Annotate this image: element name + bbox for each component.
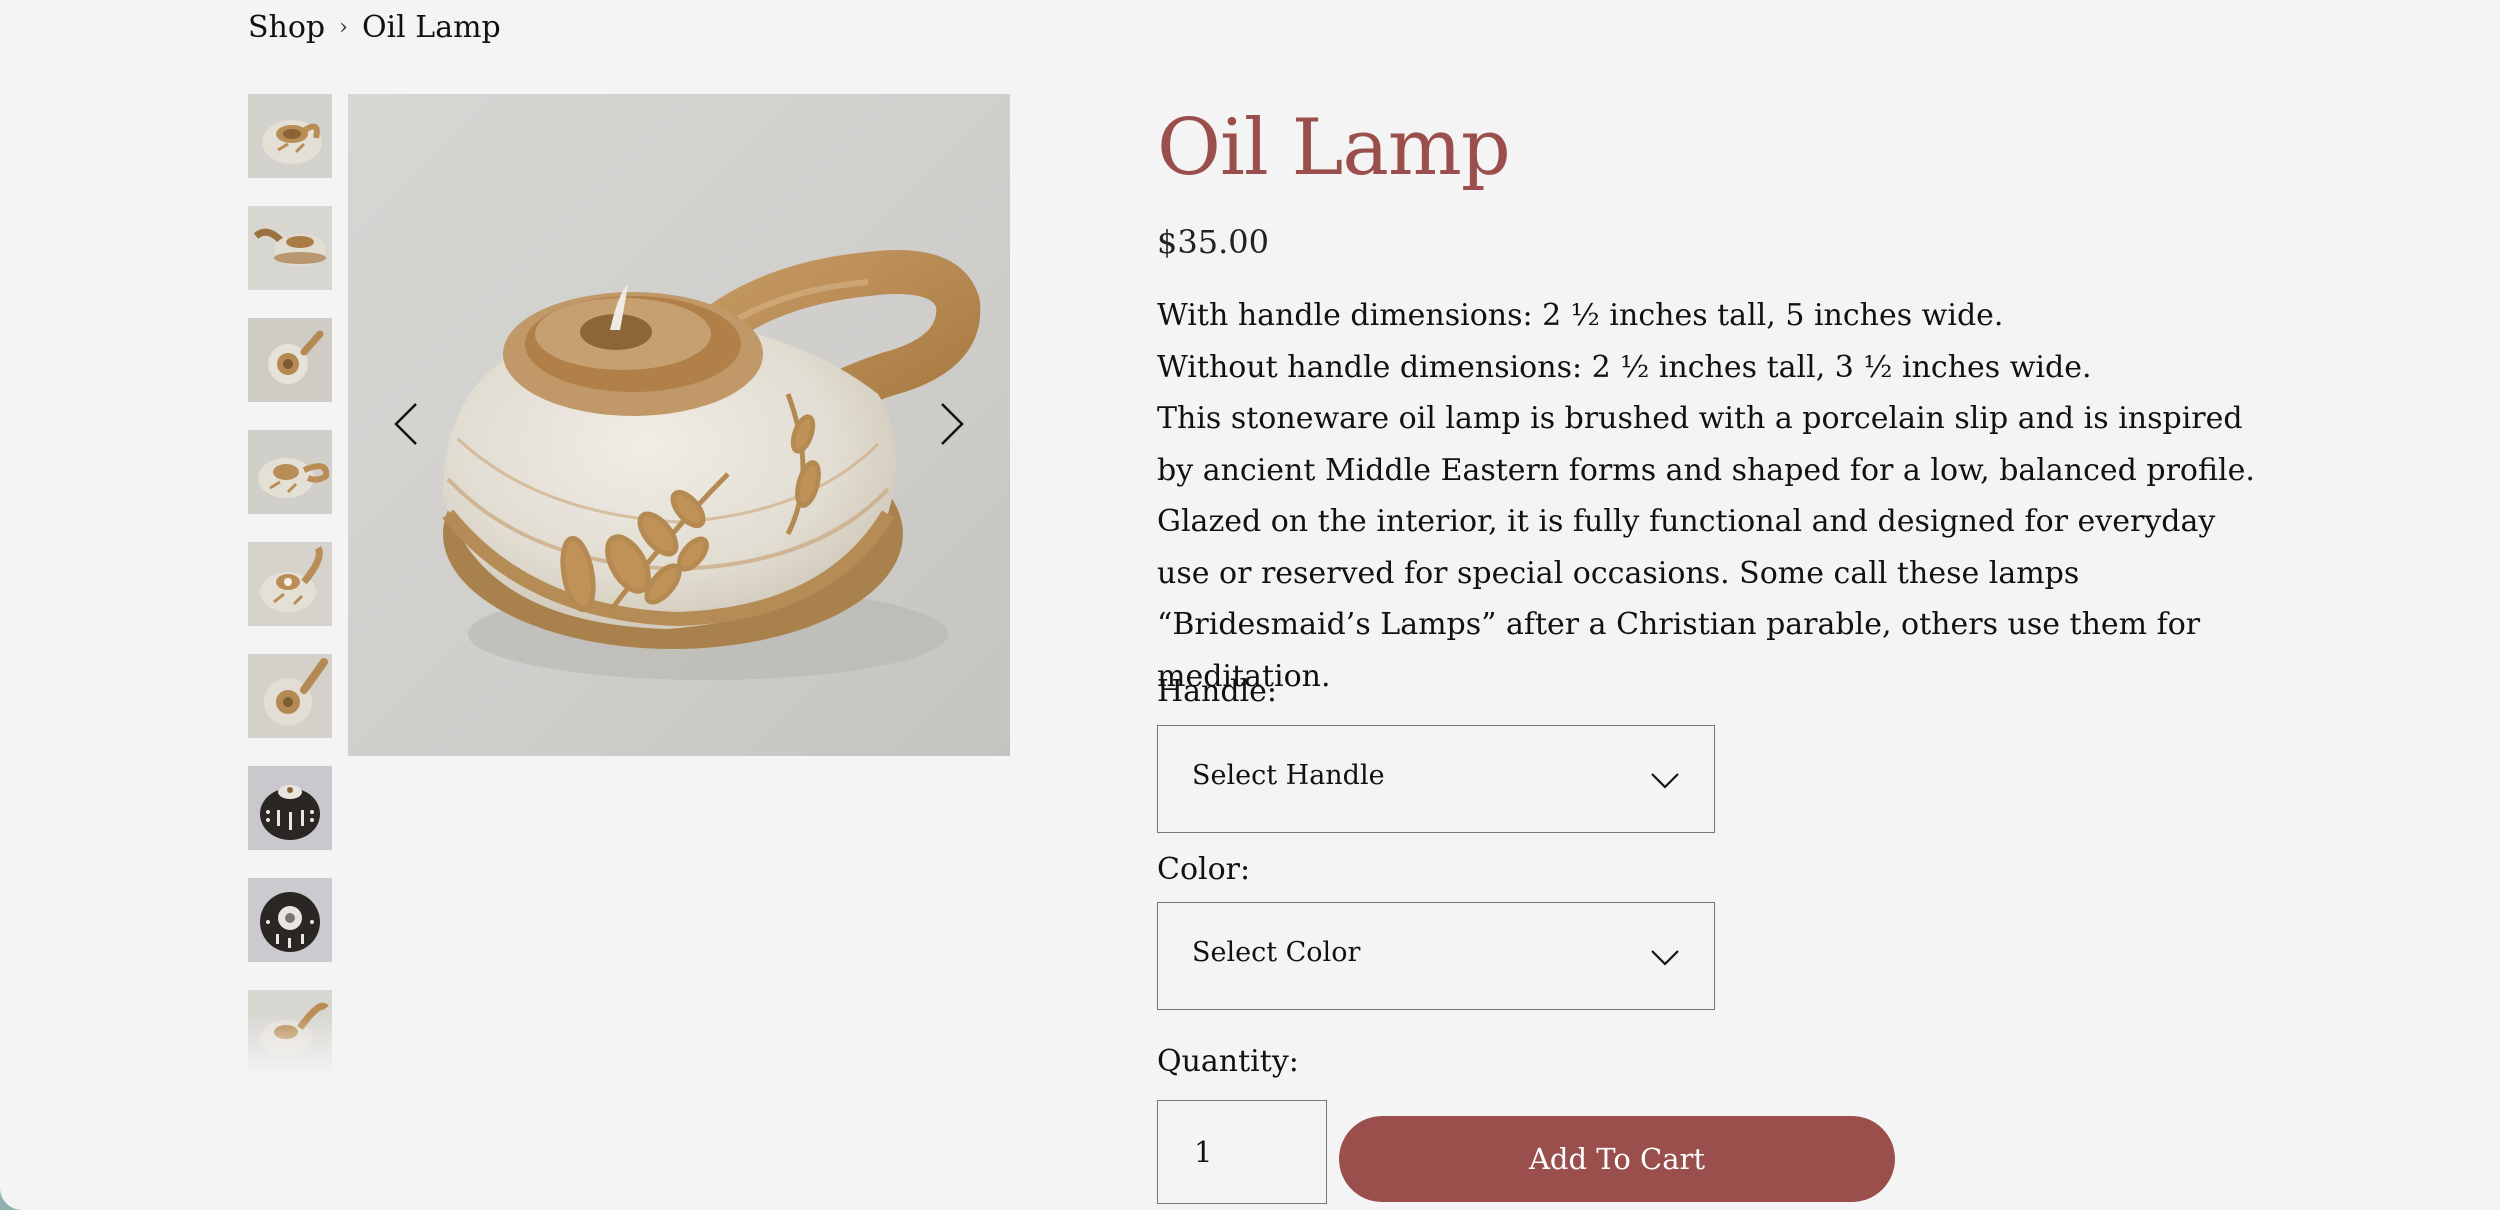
main-product-image [348,94,1010,756]
color-select[interactable]: Select Color [1157,902,1715,1010]
chevron-down-icon [1651,950,1679,966]
description-line: Without handle dimensions: 2 ½ inches ta… [1157,349,2092,385]
product-options: Handle: Select Handle Color: Select Colo… [1157,672,1957,1210]
handle-select-value: Select Handle [1192,760,1385,791]
quantity-stepper[interactable] [1157,1100,1327,1204]
description-line: With handle dimensions: 2 ½ inches tall,… [1157,298,2004,333]
thumbnail-image [248,990,332,1074]
product-title: Oil Lamp [1157,103,1511,193]
breadcrumb-current: Oil Lamp [361,10,501,45]
product-description: With handle dimensions: 2 ½ inches tall,… [1157,290,2267,702]
thumbnail-7[interactable] [248,766,332,850]
product-details: Oil Lamp $35.00 With handle dimensions: … [1157,94,2267,702]
product-page: Shop › Oil Lamp Oil Lamp $35.00 With han… [0,0,2500,1210]
thumbnail-image [248,206,332,290]
thumbnail-image [248,766,332,850]
thumbnail-image [248,94,332,178]
breadcrumb-separator: › [339,15,348,40]
chevron-right-icon[interactable] [920,394,980,454]
thumbnail-1[interactable] [248,94,332,178]
thumbnail-3[interactable] [248,318,332,402]
thumbnail-8[interactable] [248,878,332,962]
thumbnail-image [248,654,332,738]
thumbnail-4[interactable] [248,430,332,514]
breadcrumb-shop-link[interactable]: Shop [248,10,325,45]
color-label: Color: [1157,852,1251,887]
thumbnail-6[interactable] [248,654,332,738]
thumbnail-image [248,542,332,626]
chevron-left-icon[interactable] [378,394,438,454]
add-to-cart-button[interactable]: Add To Cart [1339,1116,1895,1202]
thumbnail-5[interactable] [248,542,332,626]
handle-label: Handle: [1157,674,1278,709]
thumbnail-image [248,318,332,402]
thumbnail-2[interactable] [248,206,332,290]
quantity-input[interactable] [1158,1101,1326,1203]
handle-select[interactable]: Select Handle [1157,725,1715,833]
breadcrumb: Shop › Oil Lamp [248,10,501,45]
description-paragraph: This stoneware oil lamp is brushed with … [1157,401,2255,694]
thumbnail-9[interactable] [248,990,332,1074]
product-price: $35.00 [1157,223,1269,261]
color-select-value: Select Color [1192,937,1361,968]
thumbnail-image [248,430,332,514]
thumbnail-image [248,878,332,962]
chevron-down-icon [1651,773,1679,789]
product-photo [348,94,1010,756]
quantity-label: Quantity: [1157,1044,1299,1079]
